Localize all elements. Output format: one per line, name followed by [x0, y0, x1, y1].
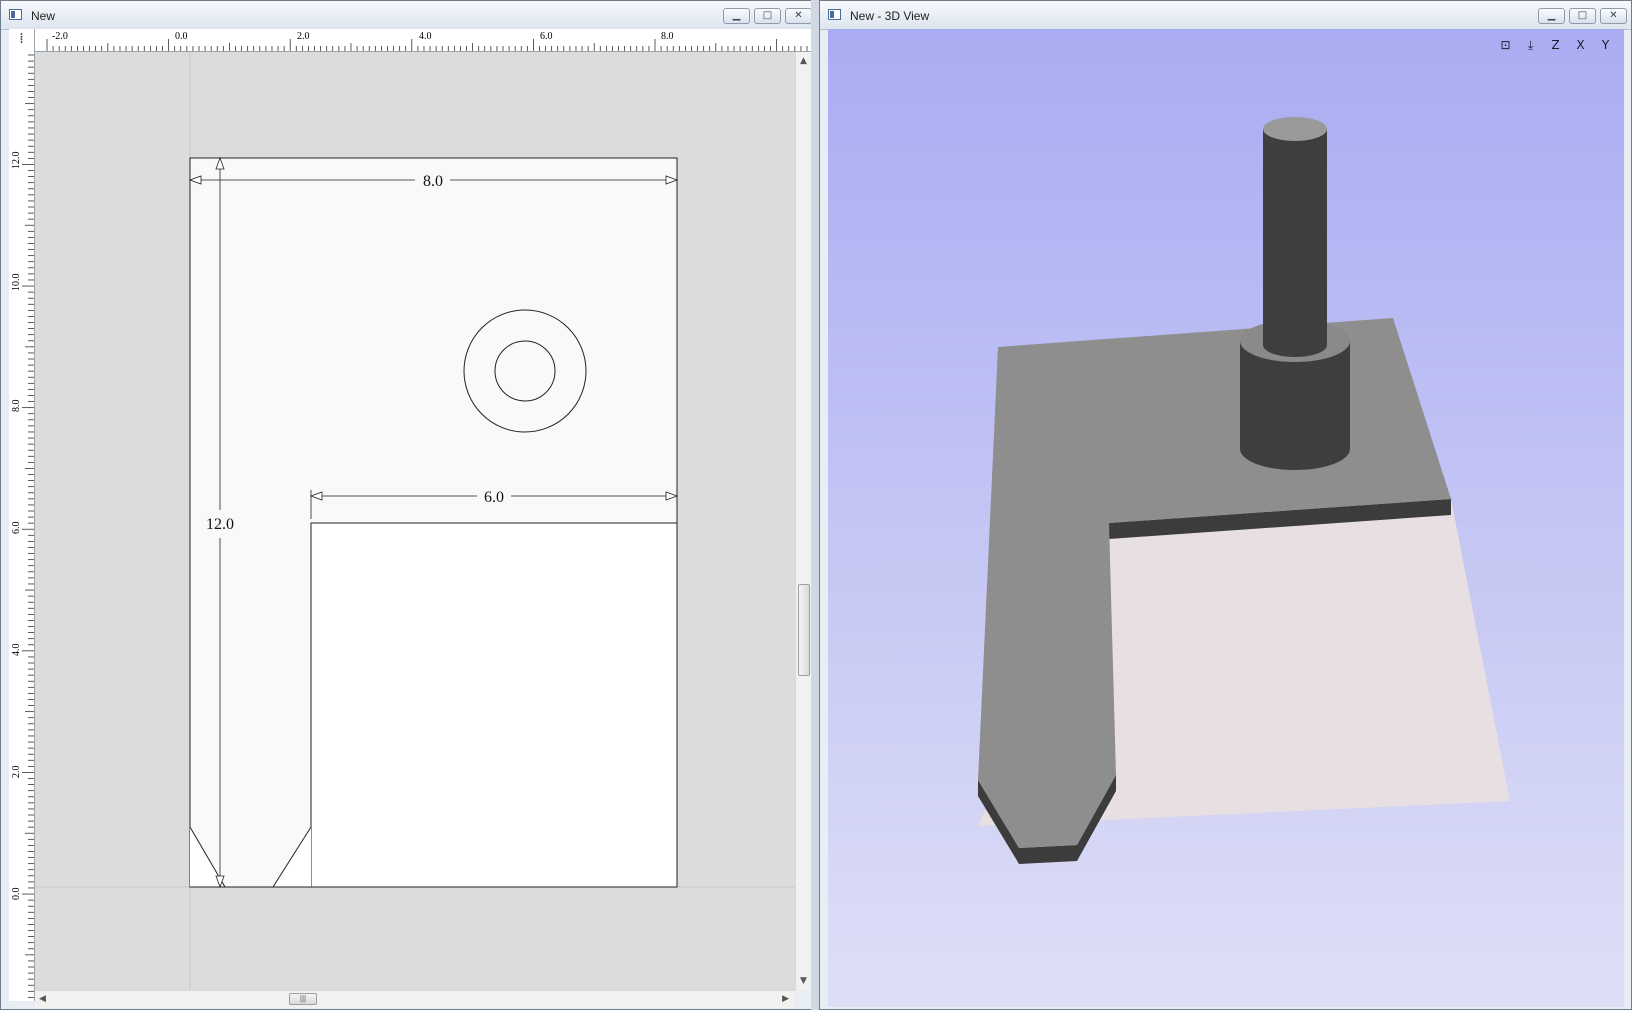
ruler-h-label: -2.0: [52, 31, 68, 42]
ruler-v-label: 2.0: [11, 766, 22, 779]
ruler-h-label: 4.0: [419, 31, 432, 42]
ruler-h-label: 2.0: [297, 31, 310, 42]
upper-cylinder-top: [1263, 117, 1327, 141]
ruler-v-label: 8.0: [11, 400, 22, 413]
ruler-v-label: 4.0: [11, 644, 22, 657]
origin-marker-icon[interactable]: ⁞: [9, 29, 35, 52]
ruler-v-label: 12.0: [11, 152, 22, 170]
horizontal-scrollbar[interactable]: ◀ ||| ▶: [35, 990, 795, 1008]
height-dimension-label[interactable]: 12.0: [206, 516, 234, 533]
horizontal-ruler-ticks: -2.0 0.0 2.0 4.0 6.0 8.0: [46, 31, 808, 51]
3d-view-window-title: New - 3D View: [850, 9, 930, 23]
side-view-icon[interactable]: Y: [1595, 35, 1616, 56]
view-toolbar: ⊡ ⤓ Z X Y: [1495, 35, 1616, 56]
vertical-ruler-ticks: 12.0 10.0 8.0 6.0 4.0 2.0 0.0: [11, 54, 34, 998]
pocket-region[interactable]: [310, 522, 678, 888]
ruler-h-label: 0.0: [175, 31, 188, 42]
maximize-button[interactable]: □: [1569, 8, 1596, 24]
drawing-window: New ▁ □ ✕ ⁞ -2.0 0.0 2.0 4.0 6.0 8.0 12.…: [0, 0, 817, 1010]
drawing-window-titlebar[interactable]: New ▁ □ ✕: [1, 1, 816, 30]
drawing-canvas[interactable]: 8.0 12.0 6.0: [35, 52, 795, 990]
window-icon: [828, 9, 841, 20]
ruler-h-label: 6.0: [540, 31, 553, 42]
iso-view-icon[interactable]: ⤓: [1520, 35, 1541, 56]
3d-view-titlebar[interactable]: New - 3D View ▁ □ ✕: [820, 1, 1631, 30]
ruler-v-label: 0.0: [11, 888, 22, 901]
front-view-icon[interactable]: X: [1570, 35, 1591, 56]
zoom-extents-icon[interactable]: ⊡: [1495, 35, 1516, 56]
scroll-right-icon[interactable]: ▶: [782, 994, 789, 1004]
width-dimension-label[interactable]: 8.0: [423, 173, 443, 190]
close-button[interactable]: ✕: [1600, 8, 1627, 24]
window-icon: [9, 9, 22, 20]
window-splitter[interactable]: [811, 0, 819, 1010]
inner-width-dimension-label[interactable]: 6.0: [484, 489, 504, 506]
scroll-down-icon[interactable]: ▼: [800, 976, 807, 986]
top-view-icon[interactable]: Z: [1545, 35, 1566, 56]
ruler-v-label: 10.0: [11, 274, 22, 292]
3d-viewport[interactable]: ⊡ ⤓ Z X Y: [828, 29, 1624, 1007]
minimize-button[interactable]: ▁: [1538, 8, 1565, 24]
minimize-button[interactable]: ▁: [723, 8, 750, 24]
close-button[interactable]: ✕: [785, 8, 812, 24]
scroll-up-icon[interactable]: ▲: [800, 56, 807, 66]
ruler-v-label: 6.0: [11, 522, 22, 535]
3d-scene[interactable]: [828, 29, 1624, 1007]
scroll-left-icon[interactable]: ◀: [39, 994, 46, 1004]
ruler-h-label: 8.0: [661, 31, 674, 42]
vertical-scroll-thumb[interactable]: [798, 584, 810, 676]
drawing-window-title: New: [31, 9, 56, 23]
3d-view-window: New - 3D View ▁ □ ✕ ⊡ ⤓ Z X Y: [819, 0, 1632, 1010]
vertical-ruler: 12.0 10.0 8.0 6.0 4.0 2.0 0.0: [9, 51, 35, 1001]
drawing-svg[interactable]: 8.0 12.0 6.0: [35, 52, 795, 990]
horizontal-ruler: -2.0 0.0 2.0 4.0 6.0 8.0: [35, 29, 811, 52]
upper-cylinder-bottom: [1263, 333, 1327, 357]
lower-cylinder-bottom: [1240, 428, 1350, 470]
maximize-button[interactable]: □: [754, 8, 781, 24]
horizontal-scroll-thumb[interactable]: |||: [289, 993, 317, 1005]
upper-cylinder-side: [1263, 129, 1327, 345]
